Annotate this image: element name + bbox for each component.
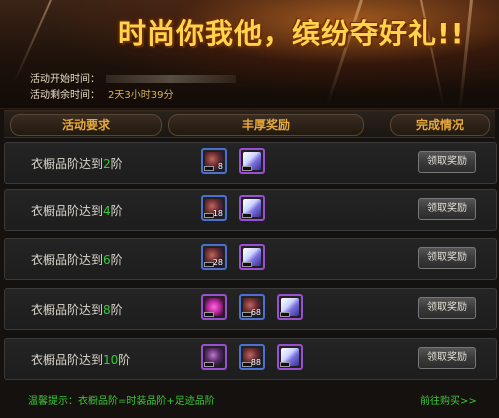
requirement-text: 衣橱品阶达到6阶 bbox=[31, 251, 123, 268]
header-requirement: 活动要求 bbox=[10, 114, 162, 136]
requirement-text: 衣橱品阶达到4阶 bbox=[31, 202, 123, 219]
reward-item[interactable]: 68 bbox=[239, 294, 265, 320]
requirement-prefix: 衣橱品阶达到 bbox=[31, 157, 104, 171]
requirement-level: 2 bbox=[103, 157, 111, 171]
requirement-text: 衣橱品阶达到8阶 bbox=[31, 301, 123, 318]
requirement-suffix: 阶 bbox=[110, 303, 123, 317]
bound-tag-icon bbox=[242, 213, 252, 218]
header-rewards: 丰厚奖励 bbox=[168, 114, 364, 136]
remaining-time-value: 2天3小时39分 bbox=[108, 90, 174, 101]
reward-row: 衣橱品阶达到6阶 28 领取奖励 bbox=[4, 238, 497, 280]
reward-item[interactable] bbox=[239, 148, 265, 174]
remaining-time-line: 活动剩余时间： 2天3小时39分 bbox=[30, 86, 173, 101]
claim-reward-button[interactable]: 领取奖励 bbox=[418, 297, 476, 319]
start-time-value-redacted bbox=[106, 75, 236, 83]
requirement-prefix: 衣橱品阶达到 bbox=[31, 353, 104, 367]
bound-tag-icon bbox=[242, 262, 252, 267]
requirement-suffix: 阶 bbox=[110, 204, 123, 218]
bound-tag-icon bbox=[204, 312, 214, 317]
reward-item[interactable] bbox=[201, 344, 227, 370]
item-count: 68 bbox=[250, 308, 261, 317]
item-count: 8 bbox=[217, 162, 223, 171]
reward-item[interactable]: 8 bbox=[201, 148, 227, 174]
requirement-suffix: 阶 bbox=[110, 253, 123, 267]
item-count: 88 bbox=[250, 358, 261, 367]
header-status: 完成情况 bbox=[390, 114, 490, 136]
bound-tag-icon bbox=[204, 166, 214, 171]
requirement-prefix: 衣橱品阶达到 bbox=[31, 303, 104, 317]
reward-item[interactable] bbox=[201, 294, 227, 320]
reward-row: 衣橱品阶达到8阶 68 领取奖励 bbox=[4, 288, 497, 330]
item-count: 18 bbox=[212, 209, 223, 218]
footer-tip: 温馨提示：衣橱品阶=时装品阶+足迹品阶 bbox=[28, 396, 215, 407]
bound-tag-icon bbox=[204, 362, 214, 367]
requirement-prefix: 衣橱品阶达到 bbox=[31, 253, 104, 267]
reward-item[interactable]: 28 bbox=[201, 244, 227, 270]
reward-item[interactable] bbox=[239, 195, 265, 221]
bound-tag-icon bbox=[280, 362, 290, 367]
reward-item[interactable] bbox=[277, 294, 303, 320]
start-time-line: 活动开始时间： bbox=[30, 70, 236, 85]
bound-tag-icon bbox=[280, 312, 290, 317]
reward-row: 衣橱品阶达到4阶 18 领取奖励 bbox=[4, 189, 497, 231]
requirement-text: 衣橱品阶达到2阶 bbox=[31, 155, 123, 172]
bound-tag-icon bbox=[242, 166, 252, 171]
remaining-time-label: 活动剩余时间： bbox=[30, 90, 100, 101]
reward-row: 衣橱品阶达到10阶 88 领取奖励 bbox=[4, 338, 497, 380]
reward-item[interactable]: 88 bbox=[239, 344, 265, 370]
reward-item[interactable] bbox=[277, 344, 303, 370]
claim-reward-button[interactable]: 领取奖励 bbox=[418, 151, 476, 173]
requirement-suffix: 阶 bbox=[118, 353, 131, 367]
requirement-level: 10 bbox=[103, 353, 119, 367]
requirement-prefix: 衣橱品阶达到 bbox=[31, 204, 104, 218]
banner-title: 时尚你我他，缤纷夺好礼!! bbox=[118, 17, 465, 50]
start-time-label: 活动开始时间： bbox=[30, 74, 100, 85]
reward-item[interactable] bbox=[239, 244, 265, 270]
table-header: 活动要求 丰厚奖励 完成情况 bbox=[4, 110, 495, 138]
go-buy-link[interactable]: 前往购买>> bbox=[420, 392, 477, 407]
reward-row: 衣橱品阶达到2阶 8 领取奖励 bbox=[4, 142, 497, 184]
requirement-text: 衣橱品阶达到10阶 bbox=[31, 351, 130, 368]
claim-reward-button[interactable]: 领取奖励 bbox=[418, 247, 476, 269]
item-count: 28 bbox=[212, 258, 223, 267]
requirement-level: 6 bbox=[103, 253, 111, 267]
claim-reward-button[interactable]: 领取奖励 bbox=[418, 347, 476, 369]
reward-item[interactable]: 18 bbox=[201, 195, 227, 221]
requirement-level: 4 bbox=[103, 204, 111, 218]
banner: 时尚你我他，缤纷夺好礼!! 活动开始时间： 活动剩余时间： 2天3小时39分 bbox=[0, 0, 499, 110]
requirement-level: 8 bbox=[103, 303, 111, 317]
activity-panel: 时尚你我他，缤纷夺好礼!! 活动开始时间： 活动剩余时间： 2天3小时39分 活动… bbox=[0, 0, 499, 418]
claim-reward-button[interactable]: 领取奖励 bbox=[418, 198, 476, 220]
requirement-suffix: 阶 bbox=[110, 157, 123, 171]
